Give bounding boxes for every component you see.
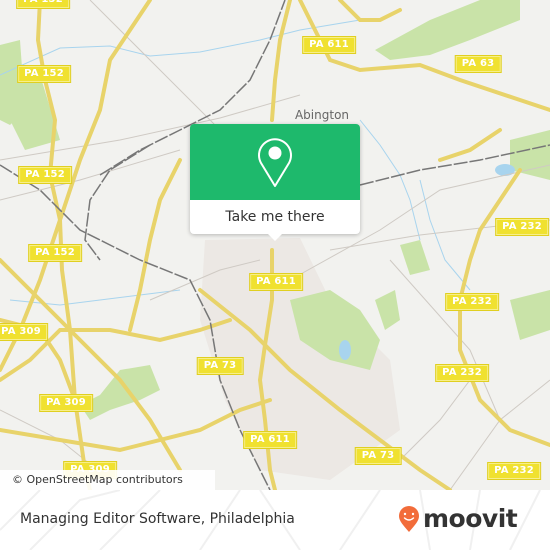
pond <box>339 340 351 360</box>
park-area <box>80 365 160 420</box>
park-area <box>510 290 550 340</box>
stream <box>359 119 421 241</box>
route-shield: PA 611 <box>249 273 303 291</box>
route-shield: PA 152 <box>28 244 82 262</box>
moovit-pin-icon <box>399 506 419 532</box>
place-name: Managing Editor Software, Philadelphia <box>20 511 295 527</box>
route-shield: PA 309 <box>0 323 48 341</box>
route-shield: PA 152 <box>18 166 72 184</box>
footer-bar: Managing Editor Software, Philadelphia m… <box>0 490 550 550</box>
pond <box>495 164 515 176</box>
route-shield: PA 232 <box>495 218 549 236</box>
place-label-abington: Abington <box>294 108 350 122</box>
take-me-there-button[interactable]: Take me there <box>190 200 360 234</box>
route-shield: PA 73 <box>196 357 244 375</box>
moovit-logo[interactable]: moovit <box>398 504 518 533</box>
park-area <box>400 240 430 275</box>
route-shield: PA 152 <box>17 65 71 83</box>
popup-header <box>190 124 360 200</box>
popup-pointer <box>267 233 283 241</box>
map-view[interactable]: Abington PA 152 PA 152 PA 152 PA 152 PA … <box>0 0 550 490</box>
park-area <box>375 290 400 330</box>
route-shield: PA 63 <box>454 55 502 73</box>
route-shield: PA 611 <box>243 431 297 449</box>
location-popup: Take me there <box>190 124 360 241</box>
map-base-layer <box>0 0 550 490</box>
route-shield: PA 152 <box>16 0 70 9</box>
route-shield: PA 232 <box>445 293 499 311</box>
location-pin-icon <box>258 138 292 187</box>
map-attribution[interactable]: © OpenStreetMap contributors <box>0 470 215 490</box>
moovit-wordmark: moovit <box>423 504 518 533</box>
park-area <box>375 0 520 60</box>
route-shield: PA 232 <box>487 462 541 480</box>
route-shield: PA 309 <box>39 394 93 412</box>
route-shield: PA 232 <box>435 364 489 382</box>
route-shield: PA 611 <box>302 36 356 54</box>
route-shield: PA 73 <box>354 447 402 465</box>
stream <box>419 179 471 291</box>
